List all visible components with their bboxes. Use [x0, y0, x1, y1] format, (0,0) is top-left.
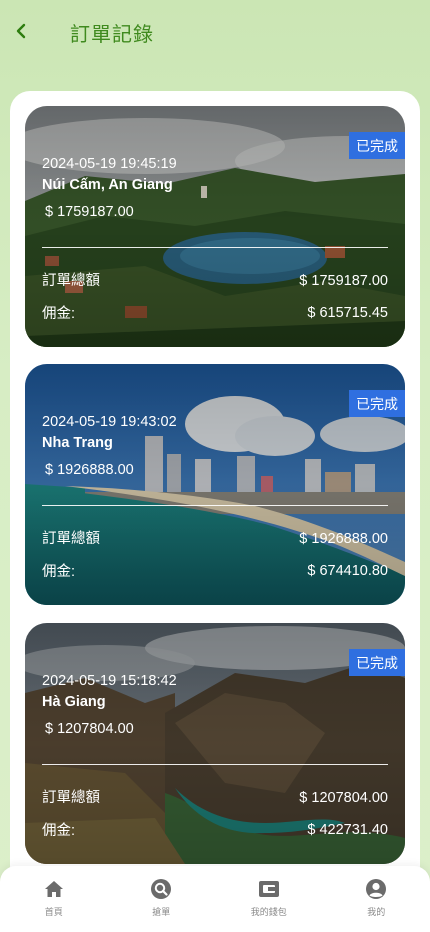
divider [42, 247, 388, 248]
order-place: Núi Cấm, An Giang [42, 177, 173, 193]
tab-home[interactable]: 首頁 [0, 866, 108, 932]
order-card[interactable]: 已完成 2024-05-19 15:18:42 Hà Giang $ 12078… [25, 623, 405, 864]
total-value: $ 1926888.00 [299, 531, 388, 547]
order-card[interactable]: 已完成 2024-05-19 19:43:02 Nha Trang $ 1926… [25, 364, 405, 605]
divider [42, 505, 388, 506]
order-time: 2024-05-19 15:18:42 [42, 673, 177, 689]
order-place: Hà Giang [42, 694, 106, 710]
status-badge: 已完成 [349, 132, 405, 159]
divider [42, 764, 388, 765]
tab-profile[interactable]: 我的 [323, 866, 430, 932]
page-title: 訂單記錄 [70, 24, 154, 46]
order-time: 2024-05-19 19:45:19 [42, 156, 177, 172]
commission-label: 佣金: [42, 564, 76, 580]
total-label: 訂單總額 [42, 790, 100, 806]
search-grab-icon [150, 878, 172, 900]
user-icon [365, 878, 387, 900]
order-amount: $ 1759187.00 [45, 204, 134, 220]
order-amount: $ 1926888.00 [45, 462, 134, 478]
status-badge: 已完成 [349, 649, 405, 676]
tab-label: 首頁 [44, 907, 63, 917]
chevron-left-icon [16, 23, 26, 39]
total-value: $ 1207804.00 [299, 790, 388, 806]
tab-grab-order[interactable]: 搶單 [108, 866, 216, 932]
order-card[interactable]: 已完成 2024-05-19 19:45:19 Núi Cấm, An Gian… [25, 106, 405, 347]
commission-label: 佣金: [42, 823, 76, 839]
order-place: Nha Trang [42, 435, 113, 451]
order-list: 已完成 2024-05-19 19:45:19 Núi Cấm, An Gian… [10, 91, 420, 932]
total-label: 訂單總額 [42, 273, 100, 289]
tab-wallet[interactable]: 我的錢包 [215, 866, 323, 932]
commission-value: $ 674410.80 [307, 563, 388, 579]
bottom-tab-bar: 首頁 搶單 我的錢包 我的 [0, 866, 430, 932]
total-label: 訂單總額 [42, 531, 100, 547]
tab-label: 我的 [367, 907, 386, 917]
order-amount: $ 1207804.00 [45, 721, 134, 737]
back-button[interactable] [10, 19, 32, 43]
commission-label: 佣金: [42, 306, 76, 322]
home-icon [43, 878, 65, 900]
order-time: 2024-05-19 19:43:02 [42, 414, 177, 430]
wallet-icon [258, 878, 280, 900]
tab-label: 搶單 [152, 907, 171, 917]
commission-value: $ 615715.45 [307, 305, 388, 321]
status-badge: 已完成 [349, 390, 405, 417]
header: 訂單記錄 [0, 0, 430, 62]
tab-label: 我的錢包 [250, 907, 287, 917]
commission-value: $ 422731.40 [307, 822, 388, 838]
total-value: $ 1759187.00 [299, 273, 388, 289]
